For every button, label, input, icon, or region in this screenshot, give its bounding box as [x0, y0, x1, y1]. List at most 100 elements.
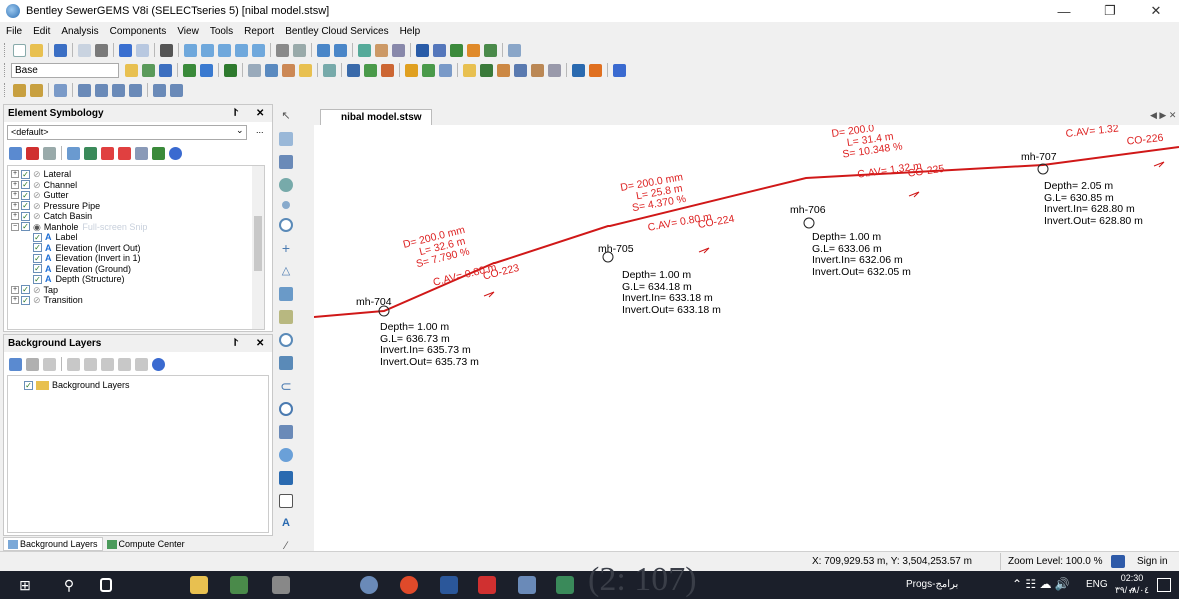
edit-layer-icon[interactable] [67, 357, 80, 371]
checkbox-icon[interactable]: ✓ [33, 274, 42, 284]
pin-icon[interactable]: ⨡ [234, 105, 238, 122]
cross-icon[interactable]: + [279, 241, 293, 255]
tab-scroll-arrows-icon[interactable]: ◀ ▶ ✕ [1150, 110, 1176, 121]
zoom-out-icon[interactable] [235, 43, 248, 57]
help-icon[interactable] [613, 63, 626, 77]
select-polygon-icon[interactable] [112, 83, 125, 97]
expand-icon[interactable]: + [11, 201, 19, 210]
help-circle-icon[interactable] [169, 146, 182, 160]
scrollbar-thumb[interactable] [254, 216, 262, 271]
loadbuilder-icon[interactable] [514, 63, 527, 77]
move-down-icon[interactable] [118, 146, 131, 160]
validate-icon[interactable] [183, 63, 196, 77]
chevron-down-icon[interactable]: ⌄ [236, 125, 244, 136]
new-file-icon[interactable] [13, 43, 26, 57]
graph-icon[interactable] [282, 63, 295, 77]
notes-icon[interactable] [299, 63, 312, 77]
move-up-icon[interactable] [101, 146, 114, 160]
tree-scrollbar[interactable] [252, 166, 264, 329]
background-layers-item[interactable]: ✓ Background Layers [8, 376, 268, 390]
trex-icon[interactable] [497, 63, 510, 77]
tree-item-tap[interactable]: + ✓ ⊘ Tap [11, 285, 264, 296]
pressure-junction-icon[interactable] [279, 402, 293, 416]
tab-background-layers[interactable]: Background Layers [3, 537, 103, 551]
annotation-icon[interactable] [364, 63, 377, 77]
properties-icon[interactable] [54, 83, 67, 97]
report-icon[interactable] [433, 43, 446, 57]
pond-icon[interactable] [279, 287, 293, 301]
copy-icon[interactable] [13, 83, 26, 97]
edit-icon[interactable] [67, 146, 80, 160]
rss-feed-icon[interactable] [279, 471, 293, 485]
maximize-button[interactable]: ❐ [1087, 0, 1133, 22]
scenario-select[interactable]: Base [11, 62, 119, 78]
menu-report[interactable]: Report [244, 26, 274, 37]
cross-section-icon[interactable]: ⊂ [279, 379, 293, 393]
zoom-realtime-icon[interactable] [252, 43, 265, 57]
run-icon[interactable] [224, 63, 237, 77]
rename-layer-icon[interactable] [43, 357, 56, 371]
app-icon-5[interactable] [556, 576, 574, 594]
select-by-element-icon[interactable] [129, 83, 142, 97]
scenarios-icon[interactable] [317, 43, 330, 57]
layer-up-icon[interactable] [84, 357, 97, 371]
menu-cloud-services[interactable]: Bentley Cloud Services [285, 26, 388, 37]
valve-icon[interactable] [279, 425, 293, 439]
checkbox-icon[interactable]: ✓ [33, 232, 42, 242]
layout-icon[interactable] [279, 132, 293, 146]
rectangle-icon[interactable] [279, 494, 293, 508]
pin-icon[interactable]: ⨡ [234, 335, 238, 352]
close-button[interactable]: ✕ [1133, 0, 1179, 22]
tree-item-depth[interactable]: ✓ A Depth (Structure) [11, 274, 264, 285]
checkbox-icon[interactable]: ✓ [33, 264, 42, 274]
delete-layer-icon[interactable] [26, 357, 39, 371]
menu-file[interactable]: File [6, 26, 22, 37]
query-icon[interactable] [405, 63, 418, 77]
menu-components[interactable]: Components [110, 26, 167, 37]
active-topology-icon[interactable] [463, 63, 476, 77]
new-layer-icon[interactable] [9, 357, 22, 371]
app-icon-2[interactable] [272, 576, 290, 594]
prototypes-icon[interactable] [450, 43, 463, 57]
rss-icon[interactable] [589, 63, 602, 77]
animation-icon[interactable] [572, 63, 585, 77]
app-icon-3[interactable] [360, 576, 378, 594]
new-symbology-icon[interactable] [9, 146, 22, 160]
network-navigator-icon[interactable] [323, 63, 336, 77]
tree-item-pressure-pipe[interactable]: + ✓ ⊘ Pressure Pipe [11, 201, 264, 212]
triangle-icon[interactable]: △ [279, 264, 293, 278]
layout-tool-icon[interactable] [78, 83, 91, 97]
tree-item-invert-in[interactable]: ✓ A Elevation (Invert in 1) [11, 253, 264, 264]
expand-icon[interactable]: + [11, 191, 19, 200]
scenario-folder-icon[interactable] [125, 63, 138, 77]
refresh-symbology-icon[interactable] [152, 146, 165, 160]
select-tool-icon[interactable] [95, 83, 108, 97]
sign-in-link[interactable]: Sign in [1137, 556, 1168, 567]
chrome-icon[interactable] [400, 576, 418, 594]
menu-analysis[interactable]: Analysis [61, 26, 98, 37]
page-setup-icon[interactable] [78, 43, 91, 57]
search-icon[interactable]: ⚲ [60, 576, 78, 594]
menu-edit[interactable]: Edit [33, 26, 50, 37]
sanitary-load-icon[interactable] [531, 63, 544, 77]
tree-item-channel[interactable]: + ✓ ⊘ Channel [11, 180, 264, 191]
tray-icons[interactable]: ⌃ ☷ ☁ 🔊 [1012, 577, 1070, 591]
catch-basin-icon[interactable] [279, 155, 293, 169]
tree-item-gutter[interactable]: + ✓ ⊘ Gutter [11, 190, 264, 201]
app-icon-1[interactable] [230, 576, 248, 594]
rename-icon[interactable] [43, 146, 56, 160]
find-icon[interactable] [160, 43, 173, 57]
outfall-icon[interactable] [279, 218, 293, 232]
selection-set-icon[interactable] [422, 63, 435, 77]
checkbox-icon[interactable]: ✓ [21, 222, 30, 232]
expand-icon[interactable] [135, 146, 148, 160]
expand-icon[interactable]: + [11, 180, 19, 189]
zoom-extents-icon[interactable] [184, 43, 197, 57]
tree-item-manhole[interactable]: − ✓ ◉ Manhole Full-screen Snip [11, 222, 264, 233]
tree-item-catch-basin[interactable]: + ✓ ⊘ Catch Basin [11, 211, 264, 222]
report-summary-icon[interactable] [248, 63, 261, 77]
zoom-in-icon[interactable] [218, 43, 231, 57]
checkbox-icon[interactable]: ✓ [24, 380, 33, 390]
undo-icon[interactable] [119, 43, 132, 57]
save-icon[interactable] [1111, 555, 1125, 568]
